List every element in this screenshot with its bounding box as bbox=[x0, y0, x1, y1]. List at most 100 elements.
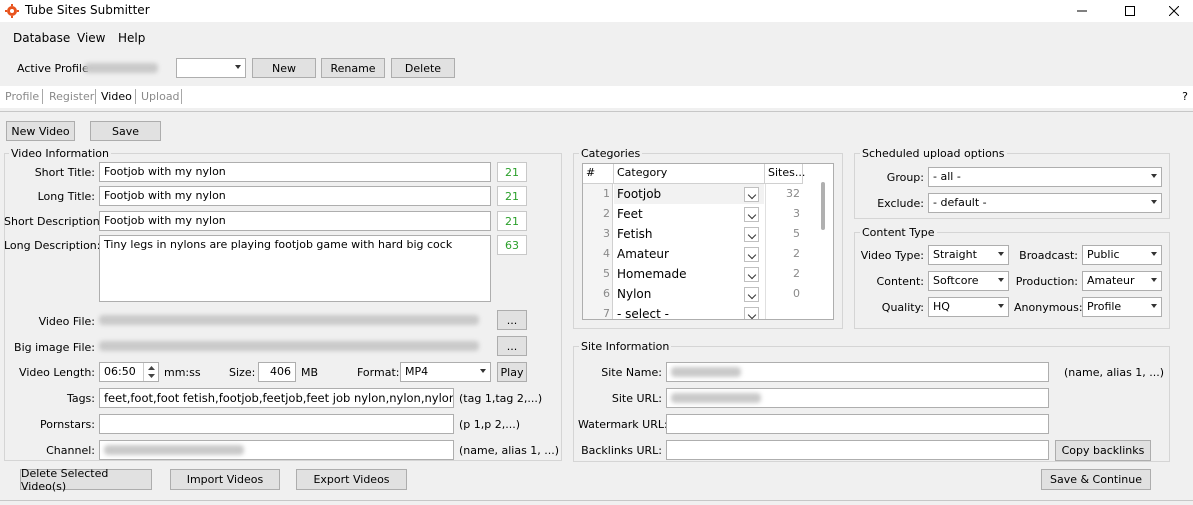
menu-help[interactable]: Help bbox=[118, 31, 145, 45]
maximize-icon[interactable] bbox=[1108, 0, 1152, 22]
table-row[interactable]: 7 - select - bbox=[583, 304, 803, 319]
title-bar: Tube Sites Submitter bbox=[0, 0, 1193, 22]
site-name-input[interactable] bbox=[666, 362, 1049, 382]
long-title-input[interactable]: Footjob with my nylon bbox=[99, 186, 491, 206]
menu-database[interactable]: Database bbox=[13, 31, 70, 45]
chevron-down-icon[interactable] bbox=[744, 267, 759, 282]
content-value: Softcore bbox=[933, 274, 979, 287]
broadcast-select[interactable]: Public bbox=[1082, 245, 1162, 265]
table-row[interactable]: 1 Footjob 32 bbox=[583, 184, 803, 204]
minimize-icon[interactable] bbox=[1060, 0, 1104, 22]
content-label: Content: bbox=[876, 275, 924, 288]
row-number: 4 bbox=[583, 244, 613, 264]
row-sites: 2 bbox=[765, 244, 803, 264]
delete-selected-videos-button[interactable]: Delete Selected Video(s) bbox=[20, 467, 152, 493]
table-row[interactable]: 5 Homemade 2 bbox=[583, 264, 803, 284]
long-title-label: Long Title: bbox=[37, 190, 95, 203]
import-videos-button[interactable]: Import Videos bbox=[170, 469, 280, 490]
video-file-label: Video File: bbox=[38, 315, 95, 328]
close-icon[interactable] bbox=[1152, 0, 1193, 22]
chevron-down-icon[interactable] bbox=[744, 207, 759, 222]
chevron-down-icon[interactable] bbox=[744, 247, 759, 262]
new-video-button[interactable]: New Video bbox=[6, 121, 75, 141]
exclude-select[interactable]: - default - bbox=[928, 193, 1162, 213]
tab-video[interactable]: Video bbox=[101, 90, 132, 103]
site-name-label: Site Name: bbox=[601, 366, 662, 379]
chevron-down-icon[interactable] bbox=[744, 307, 759, 319]
site-name-hint: (name, alias 1, ...) bbox=[1064, 366, 1165, 379]
row-number: 1 bbox=[583, 184, 613, 204]
pornstars-input[interactable] bbox=[99, 414, 454, 434]
table-row[interactable]: 2 Feet 3 bbox=[583, 204, 803, 224]
anonymous-value: Profile bbox=[1087, 300, 1122, 313]
watermark-url-label: Watermark URL: bbox=[578, 418, 668, 431]
video-length-spinner[interactable] bbox=[143, 363, 158, 381]
profile-name-redacted bbox=[84, 61, 158, 74]
tab-upload[interactable]: Upload bbox=[141, 90, 180, 103]
format-label: Format: bbox=[357, 366, 400, 379]
row-number: 7 bbox=[583, 304, 613, 319]
table-row[interactable]: 3 Fetish 5 bbox=[583, 224, 803, 244]
content-type-title: Content Type bbox=[860, 226, 937, 239]
row-number: 2 bbox=[583, 204, 613, 224]
channel-input[interactable] bbox=[99, 440, 454, 460]
anonymous-select[interactable]: Profile bbox=[1082, 297, 1162, 317]
short-title-count: 21 bbox=[497, 162, 527, 182]
size-label: Size: bbox=[229, 366, 256, 379]
table-row[interactable]: 6 Nylon 0 bbox=[583, 284, 803, 304]
video-file-browse-button[interactable]: ... bbox=[497, 310, 527, 330]
channel-hint: (name, alias 1, ...) bbox=[459, 444, 560, 457]
help-question-mark[interactable]: ? bbox=[1182, 90, 1188, 103]
content-select[interactable]: Softcore bbox=[928, 271, 1009, 291]
production-select[interactable]: Amateur bbox=[1082, 271, 1162, 291]
site-url-input[interactable] bbox=[666, 388, 1049, 408]
row-sites: 0 bbox=[765, 284, 803, 304]
grid-scrollbar-thumb[interactable] bbox=[821, 182, 825, 230]
new-profile-button[interactable]: New bbox=[252, 58, 316, 78]
watermark-url-input[interactable] bbox=[666, 414, 1049, 434]
short-description-input[interactable]: Footjob with my nylon bbox=[99, 211, 491, 231]
short-description-label: Short Description: bbox=[4, 215, 104, 228]
chevron-down-icon[interactable] bbox=[744, 287, 759, 302]
long-description-textarea[interactable]: Tiny legs in nylons are playing footjob … bbox=[99, 235, 491, 302]
scheduled-upload-title: Scheduled upload options bbox=[860, 147, 1007, 160]
tags-input[interactable]: feet,foot,foot fetish,footjob,feetjob,fe… bbox=[99, 388, 454, 408]
save-button[interactable]: Save bbox=[90, 121, 161, 141]
play-button[interactable]: Play bbox=[497, 362, 527, 382]
tab-profile[interactable]: Profile bbox=[5, 90, 39, 103]
backlinks-url-input[interactable] bbox=[666, 440, 1049, 460]
save-and-continue-button[interactable]: Save & Continue bbox=[1041, 469, 1151, 490]
quality-select[interactable]: HQ bbox=[928, 297, 1009, 317]
big-image-path-redacted[interactable] bbox=[99, 337, 491, 357]
rename-profile-button[interactable]: Rename bbox=[321, 58, 385, 78]
copy-backlinks-button[interactable]: Copy backlinks bbox=[1055, 440, 1151, 461]
pornstars-hint: (p 1,p 2,...) bbox=[459, 418, 521, 431]
exclude-value: - default - bbox=[933, 196, 987, 209]
size-input[interactable]: 406 bbox=[258, 362, 296, 382]
video-type-select[interactable]: Straight bbox=[928, 245, 1009, 265]
group-label: Group: bbox=[886, 171, 924, 184]
pornstars-label: Pornstars: bbox=[39, 418, 95, 431]
video-file-path-redacted[interactable] bbox=[99, 311, 491, 331]
profile-select[interactable] bbox=[176, 58, 246, 78]
video-type-value: Straight bbox=[933, 248, 977, 261]
tab-register[interactable]: Register bbox=[49, 90, 94, 103]
table-row[interactable]: 4 Amateur 2 bbox=[583, 244, 803, 264]
chevron-down-icon[interactable] bbox=[744, 187, 759, 202]
row-category: Footjob bbox=[614, 184, 764, 204]
format-select[interactable]: MP4 bbox=[400, 362, 491, 382]
grid-header-sites[interactable]: Sites... bbox=[765, 164, 805, 184]
broadcast-label: Broadcast: bbox=[1019, 249, 1078, 262]
group-select[interactable]: - all - bbox=[928, 167, 1162, 187]
video-information-title: Video Information bbox=[9, 147, 111, 160]
chevron-down-icon[interactable] bbox=[744, 227, 759, 242]
export-videos-button[interactable]: Export Videos bbox=[296, 469, 407, 490]
grid-header-category[interactable]: Category bbox=[614, 164, 765, 184]
big-image-browse-button[interactable]: ... bbox=[497, 336, 527, 356]
delete-profile-button[interactable]: Delete bbox=[391, 58, 455, 78]
tab-strip: Profile Register Video Upload ? bbox=[0, 86, 1193, 108]
short-title-input[interactable]: Footjob with my nylon bbox=[99, 162, 491, 182]
site-url-label: Site URL: bbox=[611, 392, 662, 405]
menu-view[interactable]: View bbox=[77, 31, 105, 45]
row-sites: 3 bbox=[765, 204, 803, 224]
